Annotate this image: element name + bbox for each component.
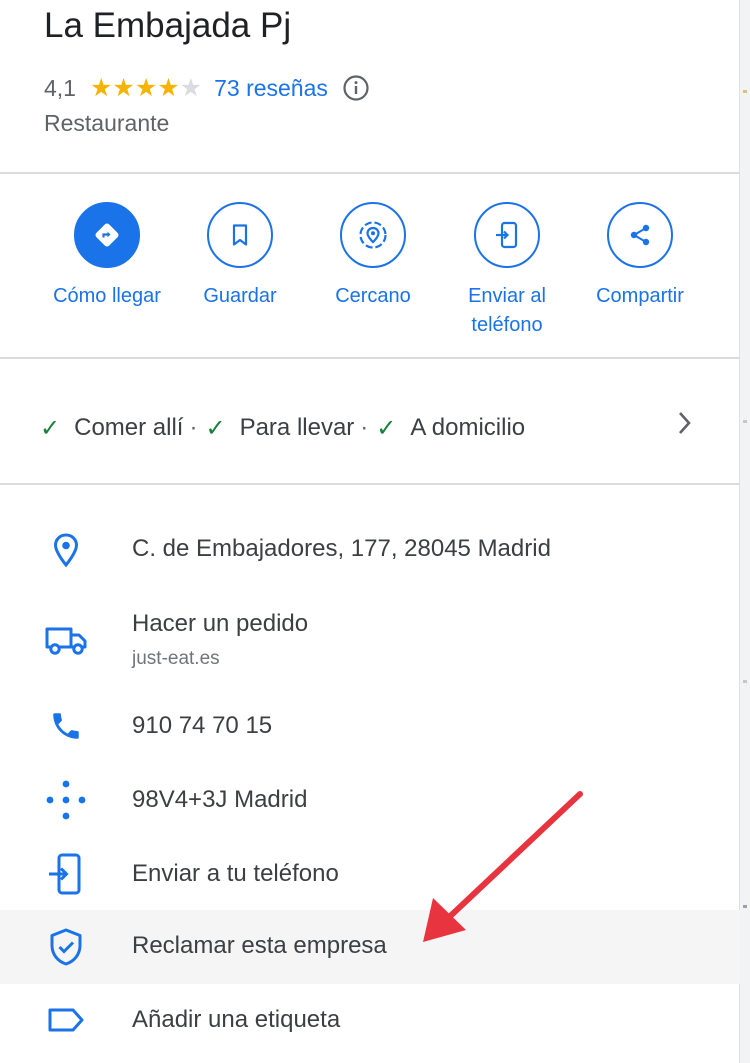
star-icon: ★ <box>112 73 135 102</box>
map-label-fragment <box>743 680 747 683</box>
nearby-icon <box>340 202 406 268</box>
claim-business-row[interactable]: Reclamar esta empresa <box>0 910 740 984</box>
order-row[interactable]: Hacer un pedido just-eat.es <box>0 600 740 680</box>
send-to-phone-text: Enviar a tu teléfono <box>132 860 339 887</box>
service-item: ✓ A domicilio <box>376 414 525 443</box>
share-label: Compartir <box>596 285 684 307</box>
send-to-phone-label: Enviar al teléfono <box>468 285 546 336</box>
plus-code-icon <box>40 774 92 826</box>
share-button[interactable]: Compartir <box>573 202 707 311</box>
divider <box>0 357 740 359</box>
delivery-truck-icon <box>40 614 92 666</box>
address-text: C. de Embajadores, 177, 28045 Madrid <box>132 535 551 562</box>
star-icon: ★ <box>89 73 113 102</box>
service-label: Para llevar <box>239 414 355 441</box>
label-tag-icon <box>40 994 92 1046</box>
rating-value: 4,1 <box>44 74 76 101</box>
send-to-phone-button[interactable]: Enviar al teléfono <box>440 202 574 340</box>
chevron-right-icon[interactable] <box>673 408 697 438</box>
reviews-link[interactable]: 73 reseñas <box>214 75 328 102</box>
send-to-phone-icon <box>474 202 540 268</box>
service-label: Comer allí <box>74 414 184 441</box>
map-label-fragment <box>743 420 747 423</box>
add-label-text: Añadir una etiqueta <box>132 1006 341 1033</box>
star-rating: ★ ★ ★ ★ ★ <box>89 73 203 102</box>
address-row[interactable]: C. de Embajadores, 177, 28045 Madrid <box>0 513 740 587</box>
share-icon <box>607 202 673 268</box>
separator-dot: · <box>360 414 369 441</box>
map-label-fragment <box>743 905 747 908</box>
save-button[interactable]: Guardar <box>173 202 307 311</box>
phone-row[interactable]: 910 74 70 15 <box>0 690 740 764</box>
check-icon: ✓ <box>205 414 226 442</box>
service-label: A domicilio <box>410 414 526 441</box>
info-icon[interactable] <box>342 74 370 102</box>
verified-shield-icon <box>40 921 92 973</box>
separator-dot: · <box>189 414 198 441</box>
send-to-phone-row[interactable]: Enviar a tu teléfono <box>0 838 740 912</box>
service-item: ✓ Comer allí <box>40 414 183 443</box>
plus-code-text: 98V4+3J Madrid <box>132 786 308 813</box>
divider <box>0 172 740 174</box>
send-to-phone-icon <box>40 848 92 900</box>
save-label: Guardar <box>203 285 277 307</box>
add-label-row[interactable]: Añadir una etiqueta <box>0 984 740 1058</box>
rating-row: 4,1 ★ ★ ★ ★ ★ 73 reseñas <box>44 72 370 104</box>
location-pin-icon <box>40 524 92 576</box>
directions-button[interactable]: Cómo llegar <box>40 202 174 311</box>
bookmark-icon <box>207 202 273 268</box>
divider <box>0 483 740 485</box>
order-site: just-eat.es <box>132 648 220 669</box>
star-icon: ★ <box>157 73 180 102</box>
plus-code-row[interactable]: 98V4+3J Madrid <box>0 764 740 838</box>
service-item: ✓ Para llevar <box>205 414 354 443</box>
phone-text: 910 74 70 15 <box>132 712 273 739</box>
order-title: Hacer un pedido <box>132 610 309 637</box>
star-icon: ★ <box>134 73 158 102</box>
check-icon: ✓ <box>376 414 397 442</box>
map-label-fragment <box>743 90 747 93</box>
phone-icon <box>40 700 92 752</box>
directions-icon <box>74 202 140 268</box>
map-edge[interactable] <box>740 0 750 1063</box>
check-icon: ✓ <box>40 414 61 442</box>
directions-label: Cómo llegar <box>53 285 161 307</box>
place-panel: La Embajada Pj 4,1 ★ ★ ★ ★ ★ 73 reseñas … <box>0 0 740 1063</box>
nearby-button[interactable]: Cercano <box>306 202 440 311</box>
place-title: La Embajada Pj <box>44 6 292 45</box>
nearby-label: Cercano <box>335 285 411 307</box>
place-category: Restaurante <box>44 110 170 136</box>
star-empty-icon: ★ <box>179 73 203 102</box>
claim-business-text: Reclamar esta empresa <box>132 932 387 959</box>
service-options[interactable]: ✓ Comer allí · ✓ Para llevar · ✓ A domic… <box>40 406 700 450</box>
